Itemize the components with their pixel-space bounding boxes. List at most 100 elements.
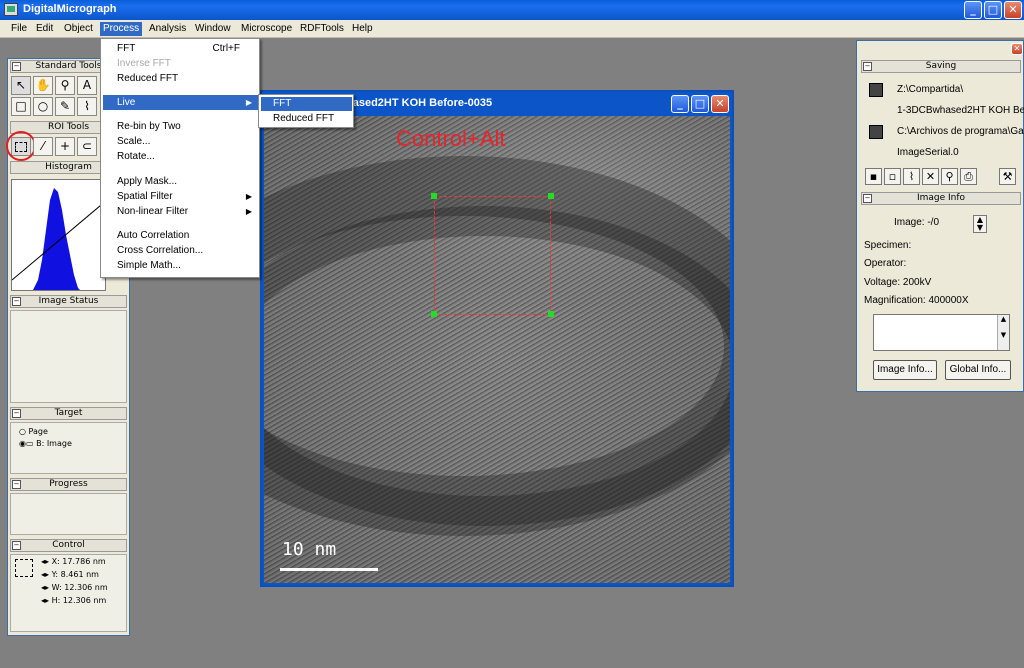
saving-header[interactable]: − Saving (861, 60, 1021, 73)
roi-handle[interactable] (548, 311, 554, 317)
collapse-icon[interactable]: − (12, 297, 21, 306)
submenu-reduced-fft[interactable]: Reduced FFT (261, 112, 352, 126)
image-close-button[interactable]: ✕ (711, 95, 729, 113)
image-window[interactable]: hased2HT KOH Before-0035 _ □ ✕ Control+A… (260, 90, 734, 587)
stepper-icon[interactable]: ◂▸ (41, 557, 49, 566)
menu-apply-mask[interactable]: Apply Mask... (103, 174, 258, 189)
menu-rotate[interactable]: Rotate... (103, 149, 258, 164)
image-info-button[interactable]: Image Info... (873, 360, 937, 380)
menu-reduced-fft[interactable]: Reduced FFT (103, 71, 258, 86)
target-image-radio[interactable]: ◉▭ B: Image (19, 439, 72, 448)
save-file-1: 1-3DCBwhased2HT KOH Be (897, 105, 1024, 116)
collapse-icon[interactable]: − (863, 62, 872, 71)
close-button[interactable]: ✕ (1004, 1, 1022, 19)
histogram-plot[interactable] (11, 179, 106, 291)
menu-separator (104, 114, 256, 115)
stepper-icon[interactable]: ◂▸ (41, 570, 49, 579)
highlight-circle (6, 131, 36, 161)
menu-help[interactable]: Help (349, 22, 376, 36)
menu-cross-correlation[interactable]: Cross Correlation... (103, 243, 258, 258)
rectangle-tool[interactable]: □ (11, 97, 31, 116)
histogram-fill (33, 188, 80, 290)
menu-live[interactable]: Live ▶ (103, 95, 258, 110)
oval-tool[interactable]: ○ (33, 97, 53, 116)
control-header[interactable]: − Control (10, 539, 127, 552)
roi-rectangle[interactable] (434, 196, 551, 315)
menu-analysis[interactable]: Analysis (146, 22, 189, 36)
roi-handle[interactable] (431, 311, 437, 317)
disk-icon[interactable] (869, 125, 883, 139)
point-roi-tool[interactable]: + (55, 137, 75, 156)
target-image-label: B: Image (36, 439, 72, 448)
menu-window[interactable]: Window (192, 22, 234, 36)
save-as-icon[interactable]: ▫ (884, 168, 901, 185)
save-display-icon[interactable]: ⌇ (903, 168, 920, 185)
disk-icon[interactable] (869, 83, 883, 97)
text-tool[interactable]: A (77, 76, 97, 95)
stepper-icon[interactable]: ◂▸ (41, 583, 49, 592)
preview-icon[interactable]: ⚲ (941, 168, 958, 185)
tools-icon[interactable]: ⚒ (999, 168, 1016, 185)
line-roi-tool[interactable]: ⁄ (33, 137, 53, 156)
control-panel: ◂▸ X: 17.786 nm ◂▸ Y: 8.461 nm ◂▸ W: 12.… (10, 554, 127, 632)
menu-fft[interactable]: FFT Ctrl+F (103, 41, 258, 56)
palette-close-button[interactable]: ✕ (1011, 43, 1023, 55)
submenu-fft[interactable]: FFT (261, 97, 352, 111)
scale-bar (280, 568, 378, 571)
menu-process[interactable]: Process (100, 22, 143, 36)
notes-scrollbar[interactable]: ▲ ▼ (997, 315, 1009, 350)
lasso-roi-tool[interactable]: ⊂ (77, 137, 97, 156)
menu-object[interactable]: Object (61, 22, 96, 36)
collapse-icon[interactable]: − (12, 62, 21, 71)
menu-rdftools[interactable]: RDFTools (297, 22, 347, 36)
menu-auto-correlation[interactable]: Auto Correlation (103, 228, 258, 243)
notes-textarea[interactable]: ▲ ▼ (873, 314, 1010, 351)
menu-edit[interactable]: Edit (33, 22, 56, 36)
roi-control-icon (15, 559, 33, 577)
menu-spatial-filter[interactable]: Spatial Filter ▶ (103, 189, 258, 204)
menu-nonlinear-filter[interactable]: Non-linear Filter ▶ (103, 204, 258, 219)
right-palette: ✕ − Saving Z:\Compartida\ 1-3DCBwhased2H… (856, 40, 1024, 392)
control-w-value: W: 12.306 nm (51, 583, 108, 592)
progress-header[interactable]: − Progress (10, 478, 127, 491)
roi-handle[interactable] (548, 193, 554, 199)
roi-handle[interactable] (431, 193, 437, 199)
menu-file[interactable]: File (8, 22, 30, 36)
target-header[interactable]: − Target (10, 407, 127, 420)
menu-scale[interactable]: Scale... (103, 134, 258, 149)
tem-image[interactable]: Control+Alt 10 nm (264, 116, 730, 583)
submenu-arrow-icon: ▶ (245, 192, 252, 201)
collapse-icon[interactable]: − (12, 480, 21, 489)
menu-microscope[interactable]: Microscope (238, 22, 295, 36)
pointer-tool[interactable]: ↖ (11, 76, 31, 95)
collapse-icon[interactable]: − (12, 409, 21, 418)
progress-panel (10, 493, 127, 535)
menu-simple-math[interactable]: Simple Math... (103, 258, 258, 273)
save-data-icon[interactable]: ✕ (922, 168, 939, 185)
save-file-2: ImageSerial.0 (897, 147, 959, 158)
hand-tool[interactable]: ✋ (33, 76, 53, 95)
image-index: Image: -/0 (894, 217, 940, 228)
maximize-button[interactable]: □ (984, 1, 1002, 19)
save-path-1: Z:\Compartida\ (897, 84, 964, 95)
target-page-radio[interactable]: ○ Page (19, 427, 48, 436)
stepper-icon[interactable]: ◂▸ (41, 596, 49, 605)
zoom-tool[interactable]: ⚲ (55, 76, 75, 95)
collapse-icon[interactable]: − (12, 541, 21, 550)
minimize-button[interactable]: _ (964, 1, 982, 19)
image-info-header[interactable]: − Image Info (861, 192, 1021, 205)
image-maximize-button[interactable]: □ (691, 95, 709, 113)
collapse-icon[interactable]: − (863, 194, 872, 203)
voltage-label: Voltage: 200kV (864, 277, 932, 288)
wand-tool[interactable]: ✎ (55, 97, 75, 116)
control-h-value: H: 12.306 nm (51, 596, 107, 605)
save-icon[interactable]: ▪ (865, 168, 882, 185)
global-info-button[interactable]: Global Info... (945, 360, 1011, 380)
menu-rebin[interactable]: Re-bin by Two (103, 119, 258, 134)
image-stepper-icon[interactable]: ▲ ▼ (973, 215, 987, 233)
image-status-header[interactable]: − Image Status (10, 295, 127, 308)
image-minimize-button[interactable]: _ (671, 95, 689, 113)
graph-tool[interactable]: ⌇ (77, 97, 97, 116)
process-menu: FFT Ctrl+F Inverse FFT Reduced FFT Live ▶ … (100, 38, 260, 278)
print-icon[interactable]: ⎙ (960, 168, 977, 185)
